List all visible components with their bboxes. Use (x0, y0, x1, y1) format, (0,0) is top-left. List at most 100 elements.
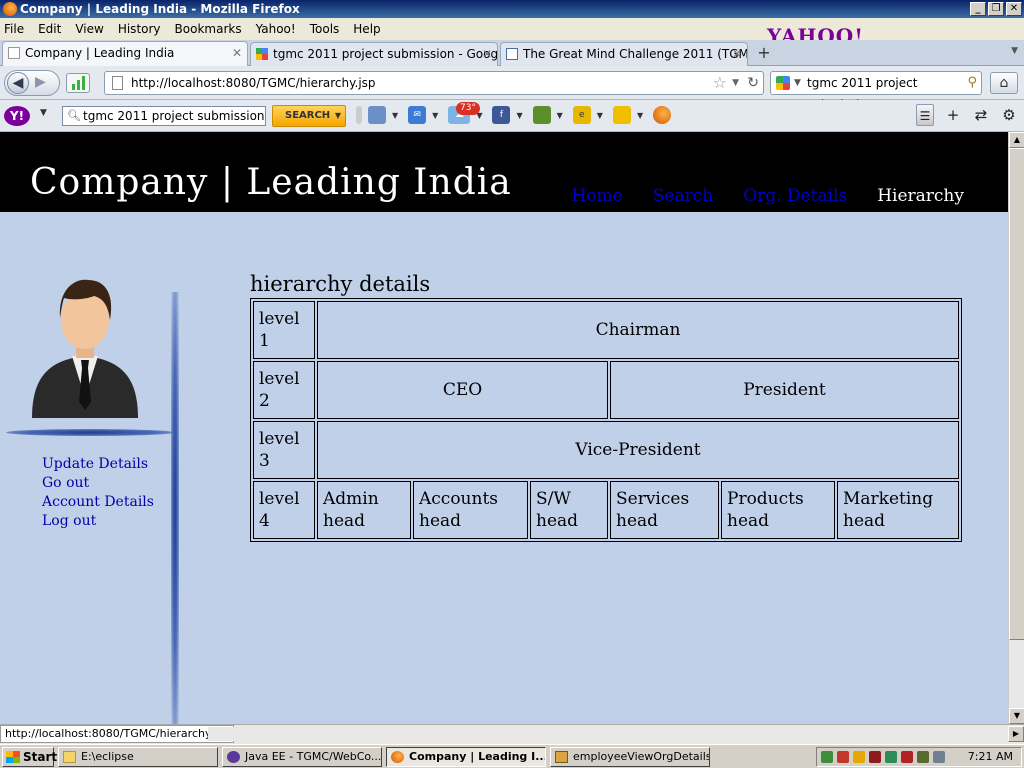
task-firefox[interactable]: Company | Leading I... (386, 747, 546, 767)
sidebar-link-log-out[interactable]: Log out (42, 512, 154, 531)
site-nav: Home Search Org. Details Hierarchy (571, 186, 964, 206)
horizontal-scrollbar[interactable]: ▶ (208, 726, 1024, 742)
url-dropdown-icon[interactable]: ▼ (732, 72, 739, 94)
swap-icon[interactable]: ⇄ (972, 104, 990, 126)
windows-logo-icon (6, 751, 20, 763)
search-icon: 🔍︎ (67, 109, 81, 122)
bookmarks-icon[interactable] (368, 106, 386, 124)
tab-tgmc[interactable]: The Great Mind Challenge 2011 (TGMC 2...… (500, 42, 748, 66)
yahoo-search-text: tgmc 2011 project submission (83, 109, 265, 123)
menu-tools[interactable]: Tools (310, 22, 340, 36)
dropdown-icon[interactable]: ▼ (516, 111, 522, 120)
scroll-up-icon[interactable]: ▲ (1009, 132, 1024, 148)
clipboard-icon[interactable] (612, 106, 631, 124)
scroll-right-icon[interactable]: ▶ (1008, 726, 1024, 742)
new-tab-button[interactable]: + (754, 45, 774, 63)
dropdown-icon[interactable]: ▼ (597, 111, 603, 120)
yahoo-menu-dropdown-icon[interactable]: ▼ (40, 108, 47, 118)
task-employee-view[interactable]: employeeViewOrgDetails... (550, 747, 710, 767)
search-bar[interactable]: ▼ tgmc 2011 project submission ⚲ (770, 71, 982, 112)
yahoo-logo-icon[interactable]: Y! (4, 106, 30, 126)
menu-edit[interactable]: Edit (38, 22, 61, 36)
minimize-button[interactable]: _ (970, 2, 986, 16)
list-tabs-icon[interactable]: ▼ (1011, 46, 1018, 56)
menubar: File Edit View History Bookmarks Yahoo! … (0, 18, 1024, 40)
nav-search[interactable]: Search (653, 186, 713, 206)
tray-network-icon[interactable] (821, 751, 833, 763)
sidebar-link-account-details[interactable]: Account Details (42, 493, 154, 512)
close-button[interactable]: ✕ (1006, 2, 1022, 16)
page-icon (112, 76, 123, 90)
restore-button[interactable]: ❐ (988, 2, 1004, 16)
dropdown-icon[interactable]: ▼ (557, 111, 563, 120)
dropdown-icon[interactable]: ▼ (392, 111, 398, 120)
forward-button[interactable]: ▶ (35, 74, 46, 90)
toolbar-separator-icon (356, 106, 362, 124)
close-tab-icon[interactable]: ✕ (732, 43, 742, 65)
dropdown-icon[interactable]: ▼ (432, 111, 438, 120)
tray-security-icon[interactable] (837, 751, 849, 763)
start-button[interactable]: Start (2, 747, 57, 767)
toolbar-right-tools: ☰ + ⇄ ⚙ (916, 104, 1018, 126)
sidebar-link-update-details[interactable]: Update Details (42, 455, 154, 474)
menu-yahoo[interactable]: Yahoo! (256, 22, 296, 36)
user-avatar-icon (28, 268, 142, 422)
facebook-icon[interactable]: f (492, 106, 511, 124)
search-dropdown-icon[interactable]: ▼ (335, 106, 341, 126)
search-icon[interactable]: ⚲ (967, 72, 977, 94)
task-eclipse-folder[interactable]: E:\eclipse (58, 747, 218, 767)
add-icon[interactable]: + (944, 104, 962, 126)
status-url: http://localhost:8080/TGMC/hierarchy.jsp (0, 725, 235, 743)
nav-home[interactable]: Home (571, 186, 622, 206)
firefox-icon[interactable] (653, 106, 672, 124)
scroll-down-icon[interactable]: ▼ (1009, 708, 1024, 724)
sidebar-links: Update Details Go out Account Details Lo… (42, 455, 154, 531)
url-bar[interactable]: http://localhost:8080/TGMC/hierarchy.jsp… (104, 71, 764, 95)
menu-view[interactable]: View (75, 22, 103, 36)
menu-history[interactable]: History (118, 22, 161, 36)
menu-bookmarks[interactable]: Bookmarks (175, 22, 242, 36)
dropdown-icon[interactable]: ▼ (637, 111, 643, 120)
tab-label: tgmc 2011 project submission - Google S.… (273, 47, 498, 61)
gear-icon[interactable]: ⚙ (1000, 104, 1018, 126)
role-cell-ceo: CEO (317, 361, 608, 419)
tab-bar: Company | Leading India ✕ tgmc 2011 proj… (0, 40, 1024, 67)
ebay-icon[interactable]: e (572, 106, 591, 124)
tray-update-icon[interactable] (853, 751, 865, 763)
menu-file[interactable]: File (4, 22, 24, 36)
hierarchy-row-level-4: level 4 Admin head Accounts head S/W hea… (253, 481, 959, 539)
role-cell-chairman: Chairman (317, 301, 959, 359)
mail-icon[interactable]: ✉ (408, 106, 427, 124)
tray-app-icon[interactable] (869, 751, 881, 763)
page-viewport: Company | Leading India Home Search Org.… (0, 132, 1008, 724)
tab-google-search[interactable]: tgmc 2011 project submission - Google S.… (250, 42, 498, 66)
tray-tool-icon[interactable] (917, 751, 929, 763)
window-titlebar: Company | Leading India - Mozilla Firefo… (0, 0, 1024, 18)
reload-icon[interactable]: ↻ (747, 72, 759, 94)
close-tab-icon[interactable]: ✕ (232, 42, 242, 64)
role-cell-accounts-head: Accounts head (413, 481, 528, 539)
search-engine-dropdown-icon[interactable]: ▼ (794, 72, 801, 94)
tray-antivirus-icon[interactable] (901, 751, 913, 763)
tray-volume-icon[interactable] (933, 751, 945, 763)
signal-bars-icon[interactable] (66, 73, 90, 93)
tab-company[interactable]: Company | Leading India ✕ (2, 41, 248, 67)
tray-sync-icon[interactable] (885, 751, 897, 763)
sidebar-link-go-out[interactable]: Go out (42, 474, 154, 493)
close-tab-icon[interactable]: ✕ (482, 43, 492, 65)
nav-hierarchy[interactable]: Hierarchy (877, 186, 964, 206)
vertical-scrollbar[interactable]: ▲ ▼ (1008, 132, 1024, 724)
nav-org-details[interactable]: Org. Details (743, 186, 847, 206)
notepad-icon[interactable] (532, 106, 551, 124)
list-icon[interactable]: ☰ (916, 104, 934, 126)
yahoo-search-label: SEARCH (285, 110, 331, 121)
yahoo-search-input[interactable]: 🔍︎ tgmc 2011 project submission (62, 106, 266, 126)
google-icon (776, 76, 790, 90)
bookmark-star-icon[interactable]: ☆ (713, 72, 727, 94)
back-button[interactable]: ◀ (7, 72, 29, 94)
menu-help[interactable]: Help (353, 22, 380, 36)
home-button[interactable]: ⌂ (990, 72, 1018, 94)
yahoo-search-button[interactable]: SEARCH ▼ (272, 105, 346, 127)
task-java-ee[interactable]: Java EE - TGMC/WebCo... (222, 747, 382, 767)
scrollbar-thumb[interactable] (1009, 148, 1024, 640)
